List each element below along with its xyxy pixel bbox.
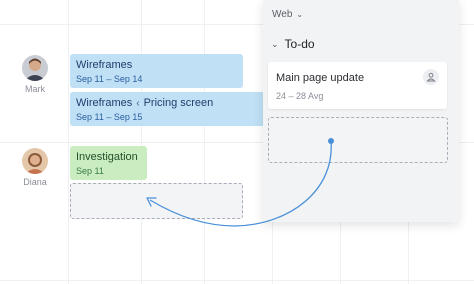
task-card-title: Main page update xyxy=(276,72,365,84)
avatar-mark[interactable] xyxy=(22,55,48,81)
filter-label: Web xyxy=(272,9,293,20)
filter-dropdown[interactable]: Web ⌄ xyxy=(272,9,303,20)
task-bar[interactable]: Wireframes Sep 11 – Sep 14 xyxy=(70,54,243,88)
task-bar-title-row: Wireframes ‹ Pricing screen xyxy=(76,97,260,109)
task-bar-title: Wireframes xyxy=(76,97,133,109)
chevron-left-icon: ‹ xyxy=(136,98,140,109)
section-title: To-do xyxy=(284,37,315,51)
task-bar[interactable]: Investigation Sep 11 xyxy=(70,146,147,180)
task-bar-dates: Sep 11 – Sep 15 xyxy=(76,112,143,122)
drop-target-placeholder[interactable] xyxy=(70,183,243,219)
task-bar-title: Wireframes xyxy=(76,59,133,71)
chevron-down-icon: ⌄ xyxy=(271,39,279,49)
card-drag-placeholder[interactable] xyxy=(268,117,448,163)
avatar-diana[interactable] xyxy=(22,148,48,174)
task-bar[interactable]: Wireframes ‹ Pricing screen Sep 11 – Sep 1… xyxy=(70,92,266,126)
section-header[interactable]: ⌄ To-do xyxy=(271,37,315,51)
person-name: Diana xyxy=(23,177,47,187)
assign-user-button[interactable] xyxy=(423,69,439,85)
backlog-panel: Web ⌄ ⌄ To-do Main page update 24 – 28 Avg xyxy=(263,0,459,222)
chevron-down-icon: ⌄ xyxy=(296,10,304,19)
task-card-dates: 24 – 28 Avg xyxy=(276,91,324,101)
task-bar-dates: Sep 11 – Sep 14 xyxy=(76,74,143,84)
grid-row-line xyxy=(0,280,474,281)
task-card[interactable]: Main page update 24 – 28 Avg xyxy=(268,62,447,109)
task-bar-title: Investigation xyxy=(76,151,138,163)
task-bar-subtitle: Pricing screen xyxy=(143,97,214,109)
user-icon xyxy=(426,72,436,82)
task-bar-dates: Sep 11 xyxy=(76,166,104,176)
person-name: Mark xyxy=(25,84,45,94)
